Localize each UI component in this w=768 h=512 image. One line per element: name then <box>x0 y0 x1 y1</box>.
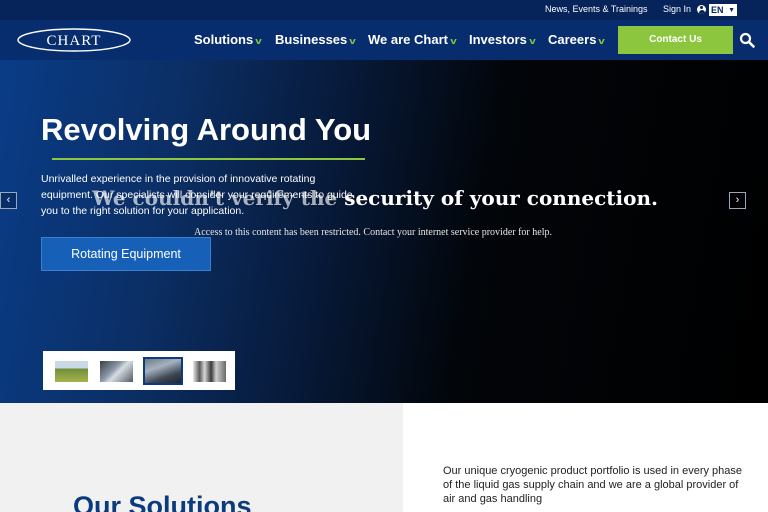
nav-solutions-label: Solutions <box>194 32 254 47</box>
carousel-thumbnail-3-active[interactable] <box>143 357 183 385</box>
nav-careers-label: Careers <box>548 32 597 47</box>
solutions-title: Our Solutions <box>73 491 252 512</box>
intro-paragraph: Our unique cryogenic product portfolio i… <box>443 465 743 505</box>
search-icon[interactable] <box>739 32 755 48</box>
hero-title-underline <box>52 158 365 160</box>
main-navigation: CHART Solutions v Businesses v We are Char… <box>0 20 768 60</box>
solutions-section: Our Solutions <box>0 403 403 512</box>
access-restricted-message: Access to this content has been restrict… <box>194 227 552 238</box>
access-heading-rest: security of your connection. <box>337 186 658 210</box>
access-restricted-heading: We couldn't verify the security of your … <box>0 186 750 210</box>
hero-carousel: Revolving Around You Unrivalled experien… <box>0 60 768 403</box>
user-circle-icon[interactable] <box>697 5 706 14</box>
rotating-equipment-button[interactable]: Rotating Equipment <box>41 237 211 271</box>
chevron-down-icon: v <box>255 36 262 46</box>
carousel-thumbnail-4[interactable] <box>193 361 226 382</box>
carousel-next-button[interactable]: › <box>729 192 746 209</box>
intro-section: Our unique cryogenic product portfolio i… <box>403 403 768 512</box>
carousel-thumbnails <box>43 351 235 390</box>
carousel-thumbnail-2[interactable] <box>100 361 133 382</box>
nav-we-are-chart-label: We are Chart <box>368 32 448 47</box>
sign-in-link[interactable]: Sign In <box>663 4 691 14</box>
language-select[interactable]: EN ▼ <box>709 4 737 16</box>
chevron-down-icon: v <box>529 36 536 46</box>
chart-logo[interactable]: CHART <box>16 26 132 54</box>
logo-text: CHART <box>47 33 102 49</box>
chevron-down-icon: ▼ <box>728 7 735 14</box>
access-heading-lead: We couldn't verify the <box>92 186 338 210</box>
chevron-down-icon: v <box>349 36 357 46</box>
nav-we-are-chart[interactable]: We are Chart v <box>368 32 457 47</box>
nav-solutions[interactable]: Solutions v <box>194 32 262 47</box>
chevron-down-icon: v <box>450 36 457 46</box>
nav-investors-label: Investors <box>469 32 527 47</box>
utility-bar: News, Events & Trainings Sign In EN ▼ <box>0 0 768 20</box>
carousel-prev-button[interactable]: ‹ <box>0 192 17 209</box>
language-value: EN <box>711 5 724 15</box>
nav-businesses-label: Businesses <box>275 32 348 47</box>
nav-investors[interactable]: Investors v <box>469 32 536 47</box>
nav-careers[interactable]: Careers v <box>548 32 606 47</box>
news-events-link[interactable]: News, Events & Trainings <box>545 4 648 14</box>
chevron-down-icon: v <box>598 36 606 46</box>
contact-us-button[interactable]: Contact Us <box>618 26 733 54</box>
nav-businesses[interactable]: Businesses v <box>275 32 357 47</box>
carousel-thumbnail-1[interactable] <box>55 361 88 382</box>
hero-title: Revolving Around You <box>41 112 372 147</box>
